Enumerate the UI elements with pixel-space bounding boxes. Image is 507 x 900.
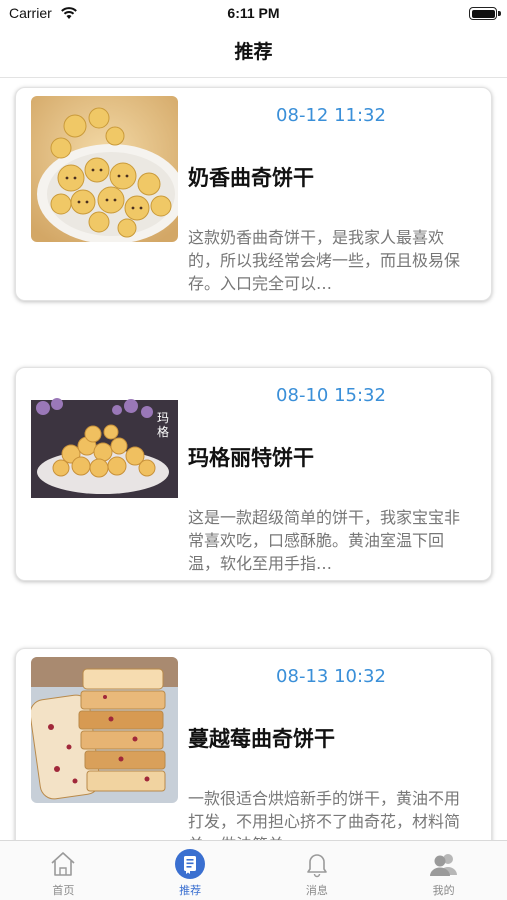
cranberry-cookies-photo bbox=[31, 657, 178, 803]
margherita-cookies-photo: 玛 格 bbox=[31, 376, 178, 522]
tab-label: 消息 bbox=[305, 884, 328, 897]
tab-home[interactable]: 首页 bbox=[0, 841, 127, 900]
bell-icon bbox=[301, 848, 333, 880]
tab-label: 首页 bbox=[52, 884, 75, 897]
status-bar: Carrier 6:11 PM bbox=[0, 0, 507, 30]
recipe-title: 玛格丽特饼干 bbox=[188, 446, 314, 470]
recipe-description: 这款奶香曲奇饼干，是我家人最喜欢的，所以我经常会烤一些，而且极易保存。入口完全可… bbox=[188, 228, 461, 293]
tab-messages[interactable]: 消息 bbox=[254, 841, 381, 900]
navigation-bar: 推荐 bbox=[0, 30, 507, 78]
tab-profile[interactable]: 我的 bbox=[380, 841, 507, 900]
svg-text:格: 格 bbox=[157, 424, 169, 439]
page-title: 推荐 bbox=[234, 41, 273, 63]
clock: 6:11 PM bbox=[227, 5, 280, 21]
recipe-card[interactable]: 08-13 10:32 蔓越莓曲奇饼干 一款很适合烘焙新手的饼干，黄油不用打发，… bbox=[15, 648, 492, 840]
tab-label: 推荐 bbox=[179, 884, 202, 897]
profile-icon bbox=[428, 848, 460, 880]
recipe-time: 08-13 10:32 bbox=[276, 666, 386, 687]
battery-icon bbox=[469, 7, 501, 20]
tab-recommend[interactable]: 推荐 bbox=[127, 841, 254, 900]
recipe-card[interactable]: 玛 格 08-10 15:32 玛格丽特饼干 这是一款超级简单的饼干，我家宝宝非… bbox=[15, 367, 492, 581]
recipe-card[interactable]: 08-12 11:32 奶香曲奇饼干 这款奶香曲奇饼干，是我家人最喜欢的，所以我… bbox=[15, 87, 492, 301]
recipe-time: 08-12 11:32 bbox=[276, 105, 386, 126]
recommend-icon bbox=[174, 848, 206, 880]
recipe-title: 奶香曲奇饼干 bbox=[188, 166, 314, 190]
recipe-time: 08-10 15:32 bbox=[276, 385, 386, 406]
tab-label: 我的 bbox=[432, 884, 455, 897]
recipe-description: 这是一款超级简单的饼干，我家宝宝非常喜欢吃，口感酥脆。黄油室温下回温，软化至用手… bbox=[188, 508, 461, 573]
hello-kitty-cookies-photo bbox=[31, 96, 178, 242]
tab-bar: 首页 推荐 消息 我的 bbox=[0, 840, 507, 900]
recipe-title: 蔓越莓曲奇饼干 bbox=[188, 727, 335, 751]
svg-text:玛: 玛 bbox=[157, 411, 169, 425]
recipe-feed[interactable]: 08-12 11:32 奶香曲奇饼干 这款奶香曲奇饼干，是我家人最喜欢的，所以我… bbox=[0, 79, 507, 840]
recipe-description: 一款很适合烘焙新手的饼干，黄油不用打发，不用担心挤不了曲奇花，材料简单，做法简单… bbox=[188, 789, 461, 840]
home-icon bbox=[47, 848, 79, 880]
